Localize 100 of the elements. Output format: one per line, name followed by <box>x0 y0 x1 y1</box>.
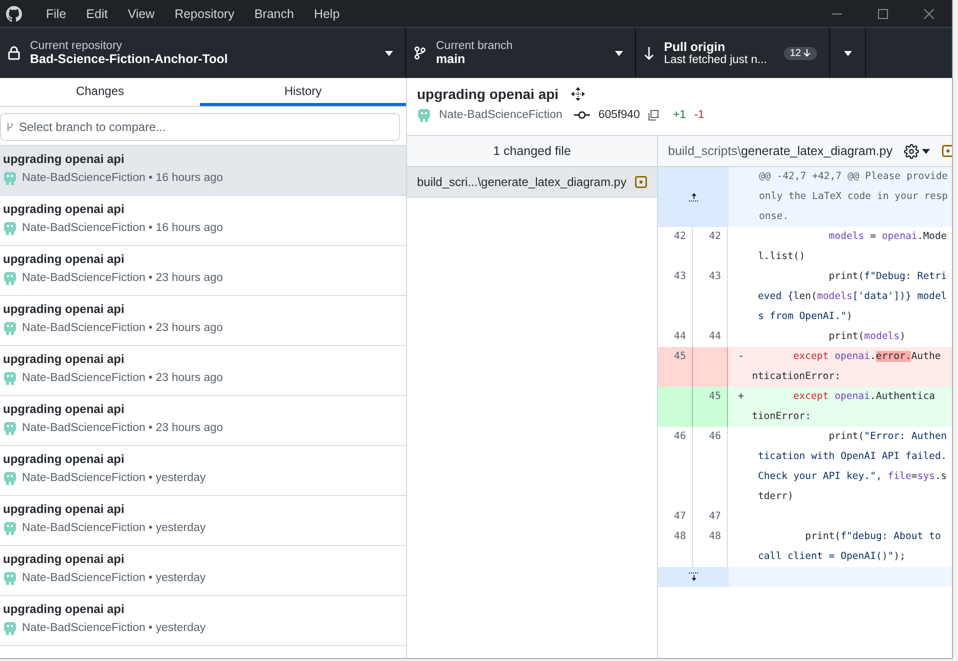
commit-meta: Nate-BadScienceFiction • 23 hours ago <box>22 272 223 284</box>
arrow-down-icon <box>644 46 654 60</box>
commit-title: upgrading openai api <box>417 86 559 102</box>
file-row[interactable]: build_scri...\generate_latex_diagram.py <box>407 167 657 198</box>
line-number <box>658 387 693 427</box>
commit-title: upgrading openai api <box>3 302 124 316</box>
menu-item[interactable]: Repository <box>164 6 244 20</box>
branch-name: main <box>436 52 466 66</box>
code-line: print(f"Debug: Retri <box>828 270 947 284</box>
menu-item[interactable]: Edit <box>76 6 118 20</box>
commit-meta: Nate-BadScienceFiction • 16 hours ago <box>22 172 223 184</box>
commit-meta: Nate-BadScienceFiction • yesterday <box>22 522 206 534</box>
code-line: tderr) <box>758 490 794 504</box>
commit-author: Nate-BadScienceFiction <box>439 109 562 121</box>
copy-icon <box>648 110 659 120</box>
commit-title: upgrading openai api <box>3 602 124 616</box>
avatar-icon <box>3 321 17 335</box>
avatar-icon <box>3 521 17 535</box>
tab[interactable]: History <box>200 78 406 106</box>
code-line: s from OpenAI.") <box>758 310 854 324</box>
code-line: @@ -42,7 +42,7 @@ Please provide <box>759 170 948 184</box>
arrow-up-icon <box>688 192 700 202</box>
code-line: l.list() <box>758 250 806 264</box>
menu-item[interactable]: View <box>118 6 165 20</box>
file-directory: build_scripts\ <box>668 144 741 158</box>
code-line: call client = OpenAI()"); <box>758 550 906 564</box>
branch-compare-field[interactable]: Select branch to compare... <box>0 113 400 141</box>
commit-meta: Nate-BadScienceFiction • 23 hours ago <box>22 372 223 384</box>
pull-origin-button[interactable]: Pull origin Last fetched just n... 12 <box>636 28 830 78</box>
branch-icon <box>6 122 14 132</box>
modified-file-icon <box>942 145 952 157</box>
settings-icon[interactable] <box>904 144 930 158</box>
move-icon <box>570 87 585 101</box>
github-logo-icon <box>6 6 22 22</box>
commit-title: upgrading openai api <box>3 552 124 566</box>
avatar-icon <box>3 421 17 435</box>
code-line: print(f"debug: About to <box>804 530 941 544</box>
code-line: print("Error: Authen <box>828 430 947 444</box>
caret-icon <box>615 50 623 56</box>
commit-row[interactable]: upgrading openai api Nate-BadScienceFiction • 16 hours ago <box>0 146 406 196</box>
code-line: print(models) <box>828 330 906 344</box>
line-number: 45 <box>658 347 693 387</box>
avatar-icon <box>3 371 17 385</box>
commit-sha: 605f940 <box>598 109 640 121</box>
last-fetched-text: Last fetched just n... <box>664 54 768 66</box>
commit-title: upgrading openai api <box>3 252 124 266</box>
code-line: except openai.error.Authe <box>792 350 941 364</box>
avatar-icon <box>3 271 17 285</box>
commit-icon <box>574 110 590 120</box>
avatar-icon <box>3 171 17 185</box>
caret-icon <box>844 50 852 56</box>
repository-name: Bad-Science-Fiction-Anchor-Tool <box>30 52 229 66</box>
commit-title: upgrading openai api <box>3 202 124 216</box>
menu-item[interactable]: File <box>36 6 76 20</box>
branch-selector[interactable]: Current branch main <box>406 28 636 78</box>
avatar-icon <box>3 471 17 485</box>
code-line: eved {len(models['data'])} model <box>758 290 947 304</box>
commit-meta: Nate-BadScienceFiction • 23 hours ago <box>22 422 223 434</box>
code-line: nticationError: <box>752 370 842 384</box>
caret-icon <box>385 50 393 56</box>
repository-label: Current repository <box>30 40 124 52</box>
lines-removed: -1 <box>694 109 704 121</box>
code-line: tionError: <box>752 410 812 424</box>
commit-meta: Nate-BadScienceFiction • 23 hours ago <box>22 322 223 334</box>
line-number <box>693 347 728 387</box>
code-line: tication with OpenAI API failed. <box>758 450 947 464</box>
commit-title: upgrading openai api <box>3 352 124 366</box>
lines-added: +1 <box>672 109 686 121</box>
arrow-down-icon <box>688 572 700 582</box>
diff-marker: - <box>737 350 746 364</box>
code-line: models = openai.Mode <box>828 230 947 244</box>
pull-label: Pull origin <box>664 40 726 54</box>
commit-title: upgrading openai api <box>3 402 124 416</box>
code-line: only the LaTeX code in your resp <box>759 190 948 204</box>
file-name: generate_latex_diagram.py <box>740 144 892 158</box>
commit-title: upgrading openai api <box>3 452 124 466</box>
modified-file-icon <box>635 176 647 188</box>
commit-meta: Nate-BadScienceFiction • yesterday <box>22 572 206 584</box>
repository-selector[interactable]: Current repository Bad-Science-Fiction-Anchor-Tool <box>0 28 406 78</box>
menu-item[interactable]: Branch <box>244 6 304 20</box>
avatar-icon <box>3 621 17 635</box>
menu-item[interactable]: Help <box>304 6 350 20</box>
commit-meta: Nate-BadScienceFiction • yesterday <box>22 622 206 634</box>
commit-meta: Nate-BadScienceFiction • yesterday <box>22 472 206 484</box>
commit-title: upgrading openai api <box>3 502 124 516</box>
commit-count-badge: 12 <box>784 46 817 60</box>
code-line: onse. <box>759 210 790 224</box>
branch-icon <box>414 46 426 60</box>
tab[interactable]: Changes <box>0 78 200 106</box>
changed-files-header: 1 changed file <box>407 136 657 167</box>
code-line: except openai.Authentica <box>792 390 935 404</box>
avatar-icon <box>3 571 17 585</box>
lock-icon <box>8 46 20 60</box>
line-number: 45 <box>693 387 728 427</box>
commit-title: upgrading openai api <box>3 152 124 166</box>
diff-marker: + <box>737 390 746 404</box>
branch-label: Current branch <box>436 40 514 52</box>
code-line: Check your API key.", file=sys.s <box>758 470 947 484</box>
commit-meta: Nate-BadScienceFiction • 16 hours ago <box>22 222 223 234</box>
avatar-icon <box>3 221 17 235</box>
